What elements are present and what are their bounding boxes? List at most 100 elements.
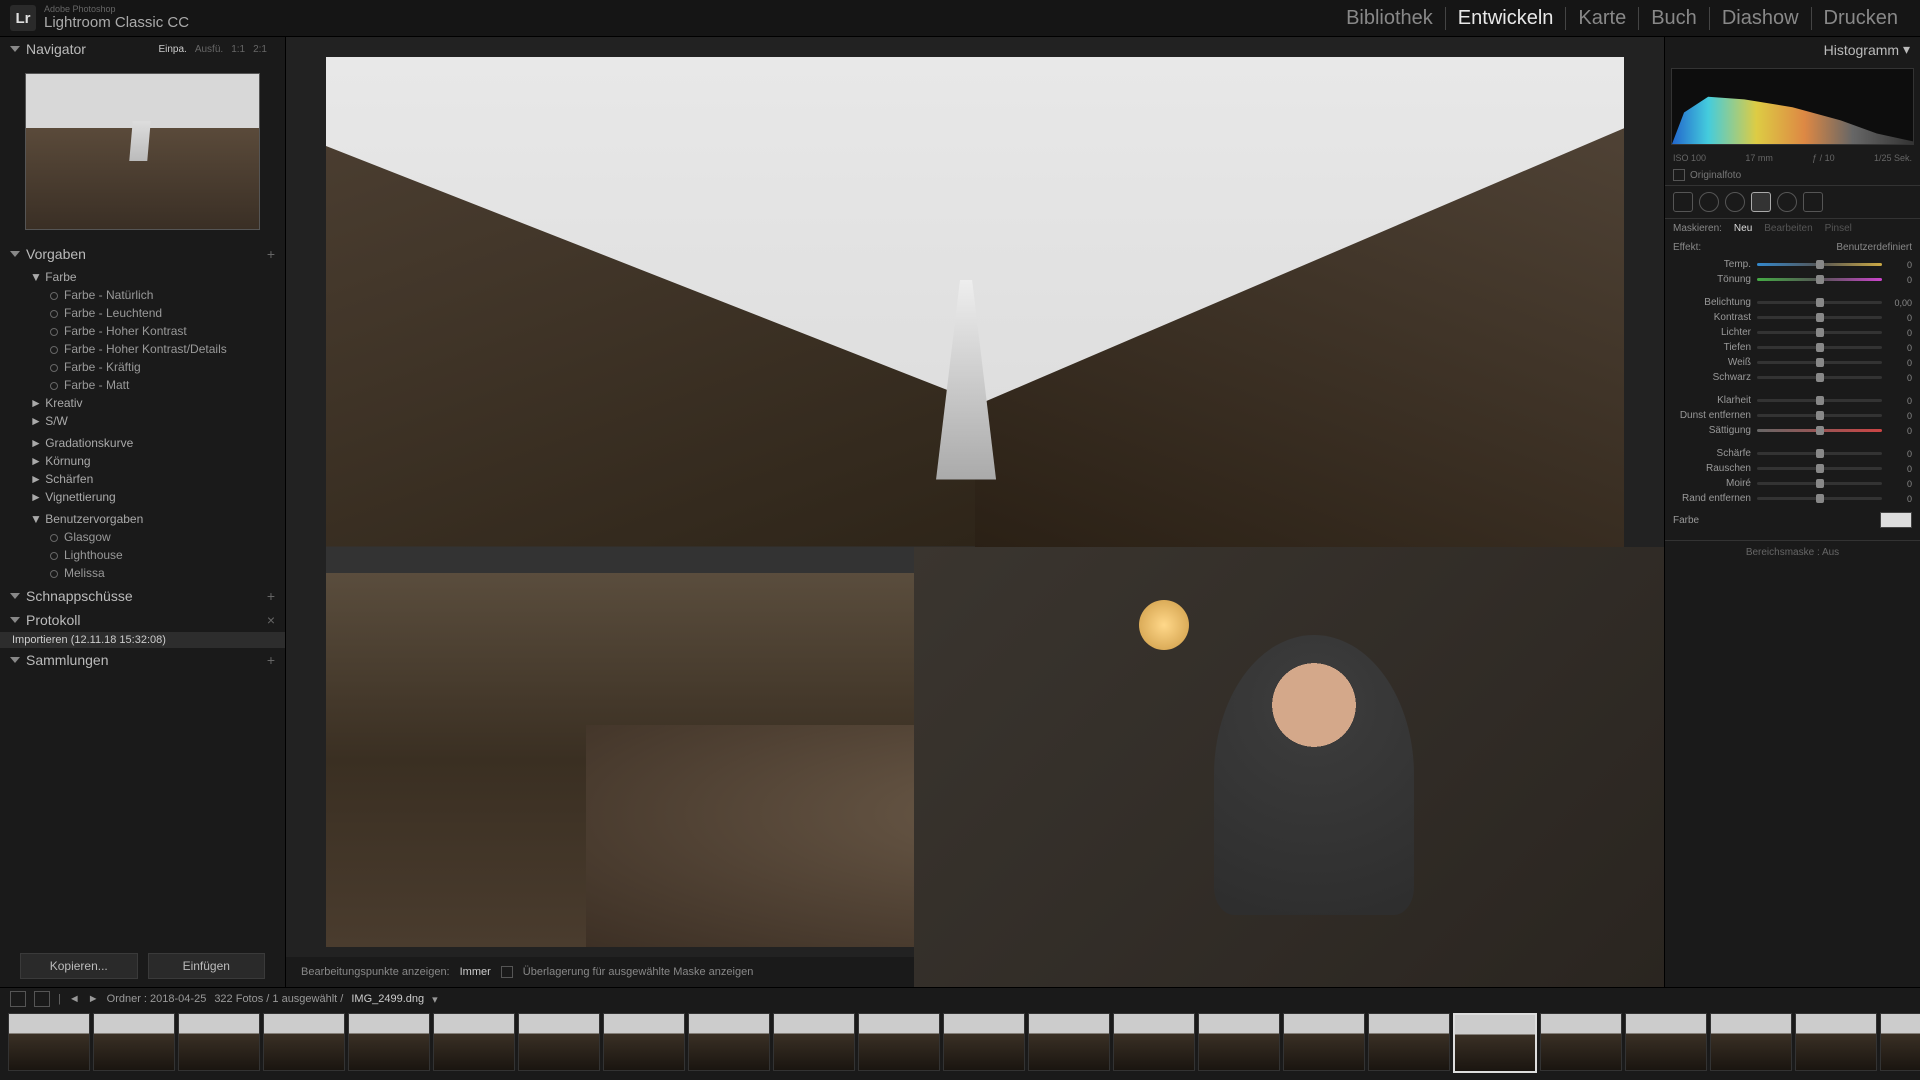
module-karte[interactable]: Karte — [1566, 7, 1639, 30]
preset-item[interactable]: Glasgow — [0, 528, 285, 546]
filmstrip-thumb[interactable] — [1453, 1013, 1537, 1073]
preset-group[interactable]: ► Vignettierung — [0, 488, 285, 506]
navigator-header[interactable]: Navigator Einpa.Ausfü.1:12:1 — [0, 37, 285, 61]
slider-sättigung[interactable] — [1757, 429, 1882, 432]
preset-group[interactable]: ► Schärfen — [0, 470, 285, 488]
edit-points-mode[interactable]: Immer — [460, 966, 491, 978]
add-snapshot-icon[interactable]: + — [267, 588, 275, 604]
module-diashow[interactable]: Diashow — [1710, 7, 1812, 30]
slider-value[interactable]: 0 — [1882, 411, 1912, 421]
radial-tool-icon[interactable] — [1777, 192, 1797, 212]
slider-schärfe[interactable] — [1757, 452, 1882, 455]
preset-item[interactable]: Farbe - Hoher Kontrast/Details — [0, 340, 285, 358]
slider-value[interactable]: 0 — [1882, 426, 1912, 436]
preset-group[interactable]: ► S/W — [0, 412, 285, 430]
module-bibliothek[interactable]: Bibliothek — [1334, 7, 1446, 30]
add-preset-icon[interactable]: + — [267, 246, 275, 262]
overlay-checkbox[interactable] — [501, 966, 513, 978]
filename-dropdown-icon[interactable]: ▾ — [432, 993, 438, 1006]
slider-moiré[interactable] — [1757, 482, 1882, 485]
slider-tönung[interactable] — [1757, 278, 1882, 281]
preset-item[interactable]: Melissa — [0, 564, 285, 582]
slider-value[interactable]: 0 — [1882, 313, 1912, 323]
histogram-header[interactable]: Histogramm ▾ — [1665, 37, 1920, 62]
slider-rauschen[interactable] — [1757, 467, 1882, 470]
slider-kontrast[interactable] — [1757, 316, 1882, 319]
slider-value[interactable]: 0 — [1882, 449, 1912, 459]
slider-value[interactable]: 0 — [1882, 464, 1912, 474]
secondary-display-icon[interactable] — [34, 991, 50, 1007]
filmstrip-thumb[interactable] — [603, 1013, 685, 1071]
filmstrip-thumb[interactable] — [178, 1013, 260, 1071]
slider-value[interactable]: 0 — [1882, 328, 1912, 338]
slider-value[interactable]: 0 — [1882, 373, 1912, 383]
preset-item[interactable]: Lighthouse — [0, 546, 285, 564]
module-buch[interactable]: Buch — [1639, 7, 1710, 30]
paste-button[interactable]: Einfügen — [148, 953, 266, 979]
preset-group[interactable]: ► Gradationskurve — [0, 434, 285, 452]
slider-value[interactable]: 0 — [1882, 260, 1912, 270]
filmstrip-thumb[interactable] — [93, 1013, 175, 1071]
gradient-tool-icon[interactable] — [1751, 192, 1771, 212]
redeye-tool-icon[interactable] — [1725, 192, 1745, 212]
filmstrip-thumb[interactable] — [8, 1013, 90, 1071]
original-checkbox[interactable] — [1673, 169, 1685, 181]
clear-history-icon[interactable]: × — [267, 612, 275, 628]
filmstrip-thumb[interactable] — [1795, 1013, 1877, 1071]
nav-zoom-3[interactable]: 2:1 — [253, 44, 267, 55]
history-header[interactable]: Protokoll× — [0, 608, 285, 632]
slider-temp.[interactable] — [1757, 263, 1882, 266]
slider-dunst entfernen[interactable] — [1757, 414, 1882, 417]
nav-zoom-0[interactable]: Einpa. — [158, 44, 186, 55]
slider-lichter[interactable] — [1757, 331, 1882, 334]
filmstrip-thumb[interactable] — [773, 1013, 855, 1071]
module-entwickeln[interactable]: Entwickeln — [1446, 7, 1567, 30]
presets-header[interactable]: Vorgaben+ — [0, 242, 285, 266]
filmstrip-thumb[interactable] — [1540, 1013, 1622, 1071]
history-item[interactable]: Importieren (12.11.18 15:32:08) — [0, 632, 285, 648]
copy-button[interactable]: Kopieren... — [20, 953, 138, 979]
slider-value[interactable]: 0 — [1882, 479, 1912, 489]
preset-group[interactable]: ► Körnung — [0, 452, 285, 470]
filmstrip-thumb[interactable] — [1283, 1013, 1365, 1071]
filmstrip-thumb[interactable] — [1113, 1013, 1195, 1071]
filmstrip-thumb[interactable] — [348, 1013, 430, 1071]
brush-tool-icon[interactable] — [1803, 192, 1823, 212]
slider-value[interactable]: 0 — [1882, 275, 1912, 285]
slider-value[interactable]: 0 — [1882, 343, 1912, 353]
mask-new[interactable]: Neu — [1734, 223, 1752, 234]
filmstrip-thumb[interactable] — [688, 1013, 770, 1071]
filmstrip-thumb[interactable] — [263, 1013, 345, 1071]
filmstrip-thumb[interactable] — [1368, 1013, 1450, 1071]
add-collection-icon[interactable]: + — [267, 652, 275, 668]
grid-view-icon[interactable] — [10, 991, 26, 1007]
preset-group[interactable]: ▼ Farbe — [0, 268, 285, 286]
slider-schwarz[interactable] — [1757, 376, 1882, 379]
preset-item[interactable]: Farbe - Leuchtend — [0, 304, 285, 322]
mask-edit[interactable]: Bearbeiten — [1764, 223, 1812, 234]
filmstrip-thumb[interactable] — [858, 1013, 940, 1071]
module-drucken[interactable]: Drucken — [1812, 7, 1910, 30]
range-mask[interactable]: Bereichsmaske : Aus — [1746, 547, 1839, 558]
nav-zoom-1[interactable]: Ausfü. — [195, 44, 223, 55]
slider-klarheit[interactable] — [1757, 399, 1882, 402]
nav-zoom-2[interactable]: 1:1 — [231, 44, 245, 55]
filmstrip-thumb[interactable] — [518, 1013, 600, 1071]
slider-rand entfernen[interactable] — [1757, 497, 1882, 500]
preset-item[interactable]: Farbe - Hoher Kontrast — [0, 322, 285, 340]
slider-value[interactable]: 0,00 — [1882, 298, 1912, 308]
filmstrip-thumb[interactable] — [1625, 1013, 1707, 1071]
preset-group[interactable]: ▼ Benutzervorgaben — [0, 510, 285, 528]
mask-brush[interactable]: Pinsel — [1825, 223, 1852, 234]
navigator-thumbnail[interactable] — [25, 73, 260, 230]
histogram[interactable] — [1671, 68, 1914, 145]
prev-photo-icon[interactable]: ◄ — [69, 993, 80, 1005]
color-swatch[interactable] — [1880, 512, 1912, 528]
filmstrip-thumb[interactable] — [433, 1013, 515, 1071]
filmstrip-thumb[interactable] — [1028, 1013, 1110, 1071]
next-photo-icon[interactable]: ► — [88, 993, 99, 1005]
spot-tool-icon[interactable] — [1699, 192, 1719, 212]
slider-value[interactable]: 0 — [1882, 396, 1912, 406]
preset-item[interactable]: Farbe - Natürlich — [0, 286, 285, 304]
crop-tool-icon[interactable] — [1673, 192, 1693, 212]
